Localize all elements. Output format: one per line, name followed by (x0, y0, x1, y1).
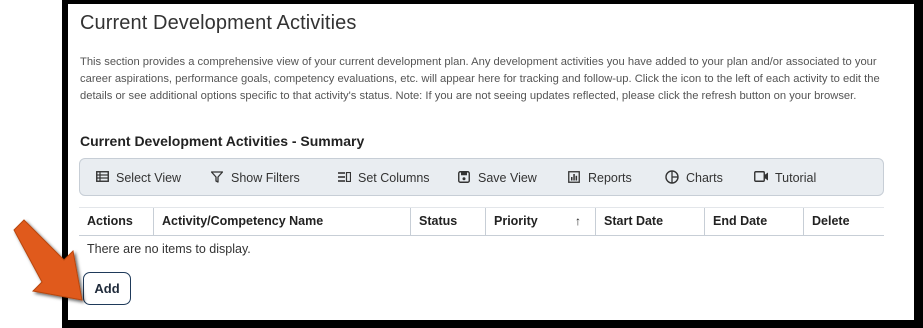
add-button[interactable]: Add (83, 272, 131, 305)
page-title: Current Development Activities (80, 12, 357, 34)
save-view-label: Save View (478, 171, 537, 185)
save-icon (456, 170, 472, 186)
columns-icon (336, 171, 352, 185)
development-activities-panel: Current Development Activities This sect… (68, 4, 914, 320)
tutorial-button[interactable]: Tutorial (753, 169, 816, 187)
page-description: This section provides a comprehensive vi… (80, 56, 880, 102)
report-icon (566, 170, 582, 186)
orange-arrow (13, 219, 83, 301)
list-view-icon (94, 171, 110, 185)
charts-button[interactable]: Charts (664, 169, 723, 187)
reports-label: Reports (588, 171, 632, 185)
set-columns-label: Set Columns (358, 171, 430, 185)
summary-title: Current Development Activities - Summary (80, 133, 365, 149)
table-header: Actions Activity/Competency Name Status … (79, 207, 884, 236)
priority-header-label: Priority (494, 214, 538, 228)
show-filters-button[interactable]: Show Filters (209, 169, 300, 187)
grid-toolbar: Select View Show Filters Set Columns Sav… (79, 158, 884, 196)
charts-label: Charts (686, 171, 723, 185)
set-columns-button[interactable]: Set Columns (336, 169, 430, 187)
show-filters-label: Show Filters (231, 171, 300, 185)
column-header-actions[interactable]: Actions (79, 208, 154, 235)
filter-icon (209, 170, 225, 186)
sort-ascending-icon: ↑ (575, 214, 581, 228)
select-view-button[interactable]: Select View (94, 169, 181, 187)
select-view-label: Select View (116, 171, 182, 185)
column-header-delete[interactable]: Delete (804, 208, 884, 235)
column-header-start-date[interactable]: Start Date (596, 208, 705, 235)
empty-table-message: There are no items to display. (87, 242, 251, 256)
column-header-status[interactable]: Status (411, 208, 486, 235)
video-icon (753, 171, 769, 185)
tutorial-label: Tutorial (775, 171, 817, 185)
reports-button[interactable]: Reports (566, 169, 632, 187)
column-header-end-date[interactable]: End Date (705, 208, 804, 235)
pie-chart-icon (664, 169, 680, 187)
column-header-activity-name[interactable]: Activity/Competency Name (154, 208, 411, 235)
column-header-priority[interactable]: Priority ↑ (486, 208, 596, 235)
save-view-button[interactable]: Save View (456, 169, 537, 187)
